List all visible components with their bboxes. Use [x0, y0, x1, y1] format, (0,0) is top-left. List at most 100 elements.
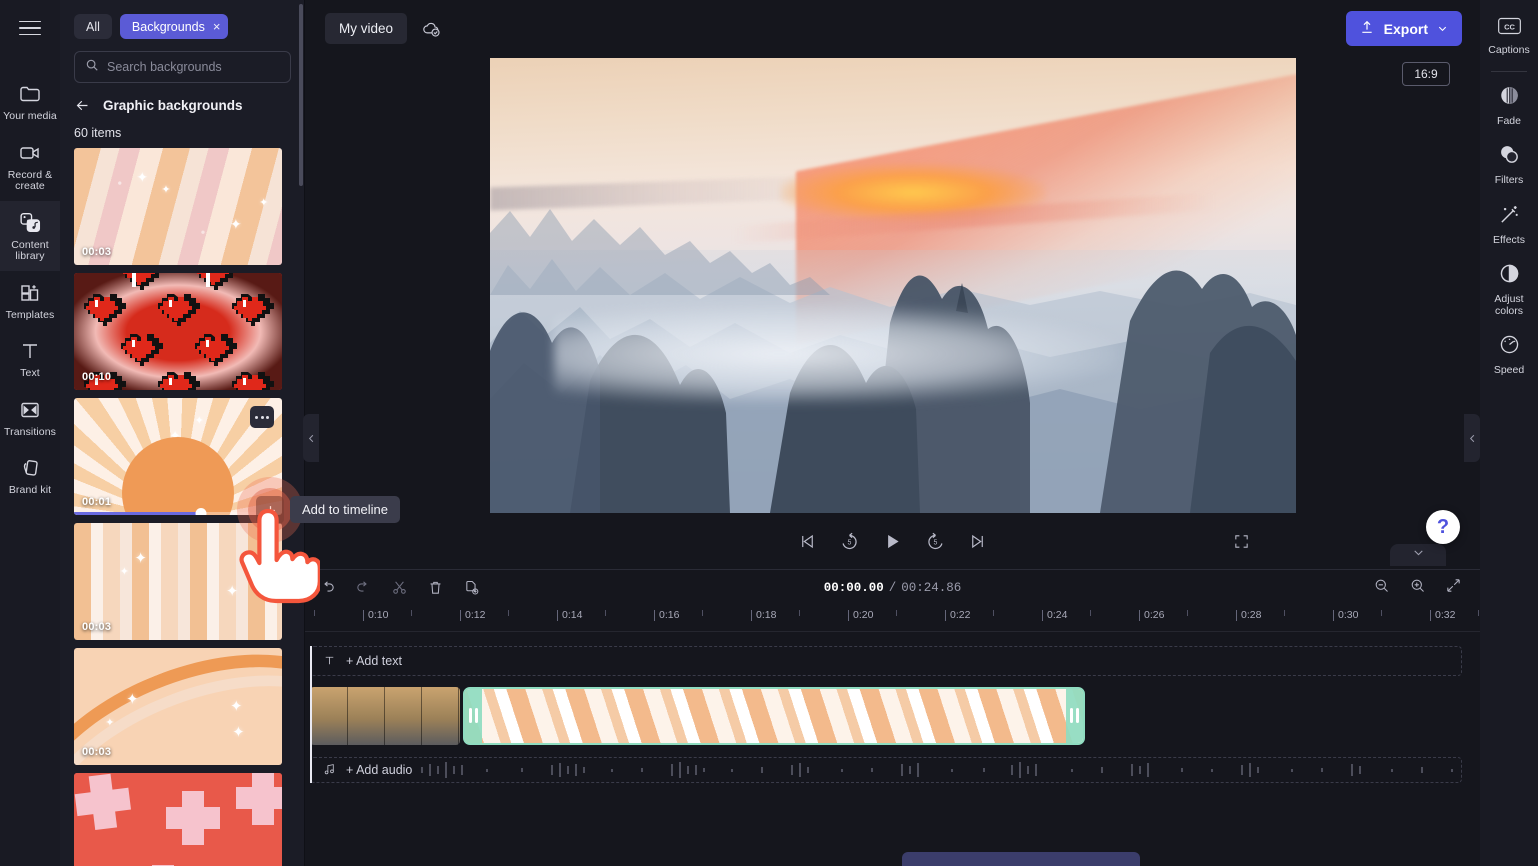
hamburger-icon [19, 16, 41, 41]
prop-item-captions[interactable]: CC Captions [1480, 8, 1538, 65]
panel-collapse-tab[interactable] [1390, 544, 1446, 566]
ruler-tick: 0:14 [557, 609, 582, 621]
search-icon [85, 58, 99, 77]
bottom-sheet-handle[interactable] [902, 852, 1140, 866]
ruler-tick: 0:24 [1042, 609, 1067, 621]
ruler-tick-minor [702, 609, 703, 616]
zoom-out-button[interactable] [1373, 577, 1390, 599]
background-card[interactable] [74, 773, 282, 866]
sidebar-item-transitions[interactable]: Transitions [0, 388, 60, 447]
clip-duration-badge: 00:03 [82, 621, 112, 633]
aspect-ratio-button[interactable]: 16:9 [1402, 62, 1450, 87]
export-button[interactable]: Export [1345, 11, 1462, 47]
add-to-timeline-button[interactable] [256, 496, 284, 524]
search-box[interactable] [74, 51, 291, 83]
ruler-tick: 0:16 [654, 609, 679, 621]
undo-button[interactable] [319, 579, 336, 596]
text-track[interactable]: + Add text [310, 645, 1462, 676]
search-input[interactable] [107, 60, 280, 74]
background-card[interactable]: ✦ ✦ ✦ ✦ 00:03 [74, 148, 282, 265]
sparkle-icon: ✦ [230, 215, 242, 232]
clip-trim-handle-left[interactable] [465, 688, 482, 743]
video-clip-sunburst-selected[interactable] [463, 686, 1085, 745]
sidebar-item-your-media[interactable]: Your media [0, 72, 60, 131]
split-button[interactable] [391, 579, 408, 596]
video-preview[interactable] [489, 58, 1296, 514]
timeline-toolbar: 00:00.00 / 00:24.86 [305, 570, 1480, 606]
ruler-label: 0:26 [1144, 608, 1165, 621]
collapse-right-panel-button[interactable] [1464, 414, 1480, 462]
total-duration: 00:24.86 [901, 580, 962, 595]
ruler-tick-minor [896, 609, 897, 616]
sparkle-icon: ✦ [194, 415, 204, 428]
ruler-tick-minor [314, 609, 315, 616]
prop-item-speed[interactable]: Speed [1480, 325, 1538, 385]
sparkle-icon: ✦ [119, 566, 129, 579]
prop-item-label: Speed [1493, 364, 1525, 376]
clipchamp-editor: Your media Record & create Content libra… [0, 0, 1538, 866]
help-button[interactable]: ? [1426, 510, 1460, 544]
timeline-ruler[interactable]: 0:10 0:12 0:14 0:16 0:18 0:20 0:22 0:24 … [305, 606, 1480, 632]
sparkle-icon: ✦ [105, 716, 115, 729]
sidebar-item-templates[interactable]: Templates [0, 271, 60, 330]
arrow-left-icon[interactable] [74, 97, 91, 114]
ruler-label: 0:22 [950, 608, 971, 621]
ruler-tick-minor [508, 609, 509, 616]
project-name-field[interactable]: My video [325, 13, 408, 45]
clip-trim-handle-right[interactable] [1066, 688, 1083, 743]
library-scrollbar[interactable] [299, 4, 303, 186]
background-card[interactable]: ✦ ✦ ✦ 00:03 [74, 523, 282, 640]
chevron-down-icon [1437, 21, 1448, 37]
svg-text:CC: CC [1504, 23, 1515, 32]
sidebar-item-content-library[interactable]: Content library [0, 200, 60, 271]
audio-track[interactable]: + Add audio [310, 756, 1462, 783]
add-text-label[interactable]: + Add text [346, 654, 402, 668]
video-camera-icon [17, 140, 43, 166]
fit-to-screen-button[interactable] [1445, 577, 1462, 599]
prop-item-label: Adjust colors [1494, 293, 1524, 317]
audio-waveform [421, 761, 1453, 778]
brand-kit-icon [17, 455, 43, 481]
sidebar-item-brand-kit[interactable]: Brand kit [0, 446, 60, 505]
close-icon[interactable]: × [213, 20, 221, 33]
background-card[interactable]: 00:10 [74, 273, 282, 390]
ruler-label: 0:30 [1338, 608, 1359, 621]
filter-chip-all[interactable]: All [74, 14, 112, 39]
prop-item-adjust-colors[interactable]: Adjust colors [1480, 254, 1538, 325]
ruler-tick-minor [993, 609, 994, 616]
filter-chip-label: All [86, 19, 100, 34]
zoom-in-button[interactable] [1409, 577, 1426, 599]
ruler-label: 0:12 [465, 608, 486, 621]
ruler-tick-minor [1381, 609, 1382, 616]
hamburger-menu-button[interactable] [0, 0, 60, 56]
forward-5-button[interactable]: 5 [925, 531, 946, 552]
playhead[interactable] [310, 645, 312, 783]
rewind-5-button[interactable]: 5 [839, 531, 860, 552]
scrubber-handle[interactable] [195, 507, 207, 515]
skip-to-end-button[interactable] [968, 532, 987, 551]
redo-button[interactable] [355, 579, 372, 596]
top-toolbar: My video Export [305, 0, 1480, 57]
card-more-options-button[interactable] [250, 406, 274, 428]
time-separator: / [888, 580, 897, 595]
fullscreen-button[interactable] [1233, 533, 1250, 550]
prop-item-filters[interactable]: Filters [1480, 135, 1538, 195]
ruler-tick: 0:30 [1333, 609, 1358, 621]
skip-to-start-button[interactable] [798, 532, 817, 551]
delete-button[interactable] [427, 579, 444, 596]
play-button[interactable] [882, 531, 903, 552]
prop-item-effects[interactable]: Effects [1480, 195, 1538, 255]
filter-chip-backgrounds[interactable]: Backgrounds × [119, 14, 229, 39]
prop-item-fade[interactable]: Fade [1480, 76, 1538, 136]
timeline-tool-group [319, 579, 480, 596]
video-clip-mountains[interactable] [310, 686, 460, 745]
content-library-panel: All Backgrounds × Search backgrounds Gra… [60, 0, 305, 866]
sidebar-item-record-create[interactable]: Record & create [0, 131, 60, 201]
background-card[interactable]: ✦ ✦ ✦ ✦ 00:03 [74, 648, 282, 765]
collapse-left-panel-button[interactable] [303, 414, 319, 462]
items-count-label: 60 items [74, 126, 122, 140]
transport-controls: 5 5 [305, 531, 1480, 552]
duplicate-button[interactable] [463, 579, 480, 596]
sidebar-item-text[interactable]: Text [0, 329, 60, 388]
ruler-label: 0:16 [659, 608, 680, 621]
